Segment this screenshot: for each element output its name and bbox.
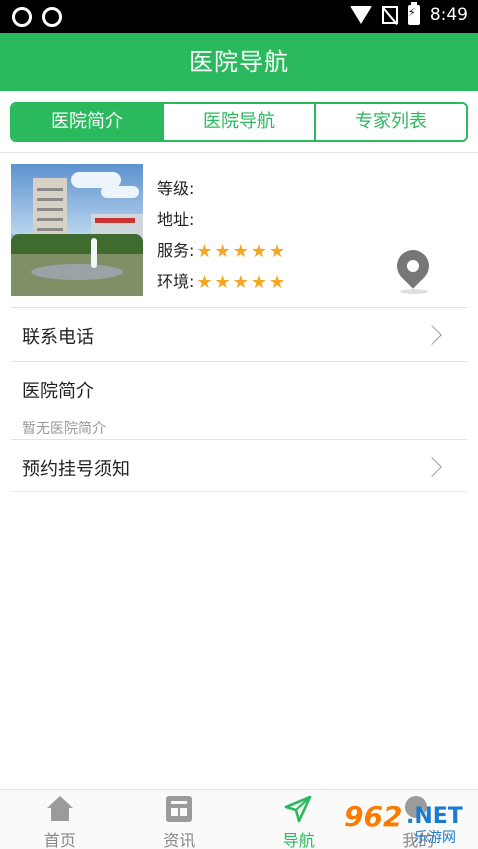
navigation-icon xyxy=(284,795,312,823)
star-icon: ★ xyxy=(214,241,231,262)
booking-label: 预约挂号须知 xyxy=(22,459,130,480)
watermark-number: 962 xyxy=(344,800,403,833)
no-signal-icon xyxy=(381,6,398,24)
battery-charging-icon xyxy=(407,2,420,25)
news-icon xyxy=(165,796,192,822)
star-icon: ★ xyxy=(196,241,213,262)
level-label: 等级: xyxy=(157,179,195,198)
intro-row: 医院简介 xyxy=(11,361,467,414)
tab-hospital-navigation[interactable]: 医院导航 xyxy=(164,104,316,140)
site-watermark: 962 .NET 乐游网 xyxy=(340,800,470,846)
star-icon: ★ xyxy=(268,241,286,262)
phone-label: 联系电话 xyxy=(22,327,94,348)
sync-icon xyxy=(42,7,62,27)
tab-hospital-intro[interactable]: 医院简介 xyxy=(12,104,164,140)
watermark-text: 乐游网 xyxy=(414,830,456,846)
nav-news-label: 资讯 xyxy=(163,831,196,849)
star-icon: ★ xyxy=(196,272,213,293)
intro-label: 医院简介 xyxy=(22,381,94,402)
star-icon: ★ xyxy=(214,272,231,293)
home-icon xyxy=(47,796,73,822)
environment-rating: 环境: ★ ★ ★ ★ ★ xyxy=(157,268,285,292)
segmented-tabs: 医院简介 医院导航 专家列表 xyxy=(10,102,468,142)
status-time: 8:49 xyxy=(429,5,468,25)
hospital-info-card: 等级: 地址: 服务: ★ ★ ★ ★ ★ 环境: ★ ★ ★ ★ ★ xyxy=(0,153,478,308)
phone-row[interactable]: 联系电话 xyxy=(11,307,467,361)
service-stars: ★ ★ ★ ★ ★ xyxy=(196,243,285,261)
nav-news[interactable]: 资讯 xyxy=(120,790,240,849)
star-icon: ★ xyxy=(268,272,286,293)
service-rating: 服务: ★ ★ ★ ★ ★ xyxy=(157,237,285,261)
hospital-photo[interactable] xyxy=(11,164,143,296)
watermark-suffix: .NET xyxy=(406,804,463,829)
page-title: 医院导航 xyxy=(189,48,289,76)
star-icon: ★ xyxy=(250,272,267,293)
nav-home[interactable]: 首页 xyxy=(0,790,120,849)
address-label: 地址: xyxy=(157,210,195,229)
sync-icon xyxy=(12,7,32,27)
pin-shadow xyxy=(400,289,428,294)
chevron-right-icon xyxy=(422,325,442,345)
title-bar: 医院导航 xyxy=(0,33,478,91)
status-bar: 8:49 xyxy=(0,0,478,33)
intro-empty-note: 暂无医院简介 xyxy=(22,421,106,437)
service-label: 服务: xyxy=(157,241,195,260)
chevron-right-icon xyxy=(422,457,442,477)
star-icon: ★ xyxy=(232,272,249,293)
star-icon: ★ xyxy=(232,241,249,262)
environment-stars: ★ ★ ★ ★ ★ xyxy=(196,274,285,292)
star-icon: ★ xyxy=(250,241,267,262)
tab-expert-list[interactable]: 专家列表 xyxy=(316,104,466,140)
nav-home-label: 首页 xyxy=(43,831,76,849)
wifi-icon xyxy=(349,6,372,24)
environment-label: 环境: xyxy=(157,272,195,291)
location-pin-icon[interactable] xyxy=(390,243,436,289)
booking-row[interactable]: 预约挂号须知 xyxy=(11,439,467,492)
